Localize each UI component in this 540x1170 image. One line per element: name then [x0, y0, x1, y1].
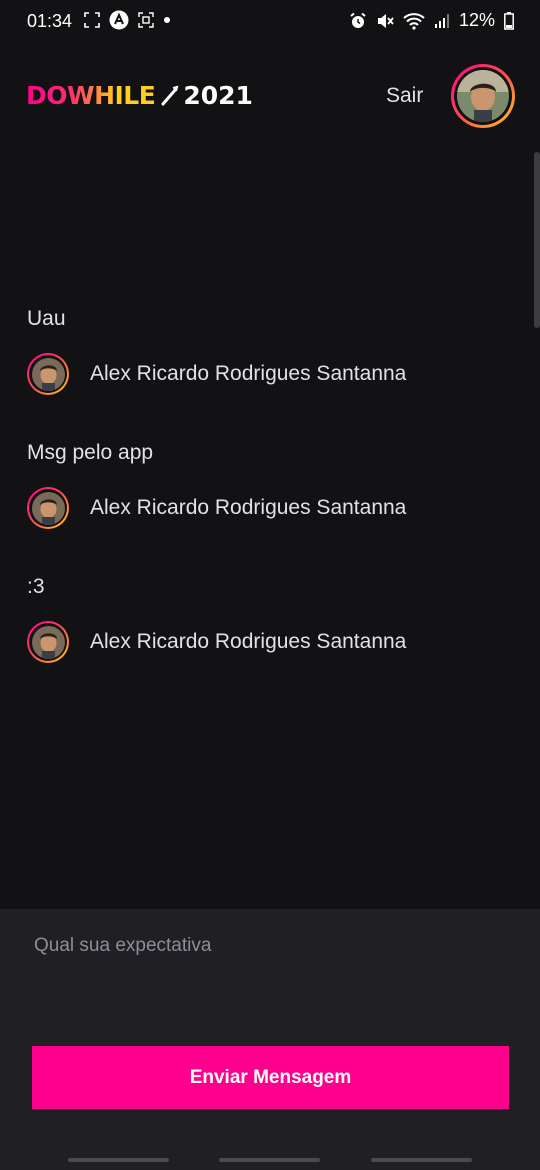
message-text: Msg pelo app: [27, 441, 154, 464]
message-text: :3: [27, 575, 45, 598]
logo-text: DOWHILE: [26, 81, 156, 110]
screen-record-icon: [138, 12, 154, 28]
message-user-name: Alex Ricardo Rodrigues Santanna: [90, 362, 407, 385]
message-input[interactable]: [32, 931, 506, 961]
status-bar: 01:34 12%: [0, 0, 540, 42]
message-text: Uau: [27, 307, 66, 330]
logo: DOWHILE 2021: [26, 80, 253, 112]
message-item: :3 Alex Ricardo Rodrigues Santanna: [27, 573, 507, 663]
scrollbar[interactable]: [534, 152, 540, 328]
avatar-photo: [457, 70, 509, 122]
message-user-avatar: [27, 353, 69, 395]
mute-icon: [377, 13, 394, 28]
alarm-icon: [350, 12, 366, 28]
nav-home-button[interactable]: [219, 1158, 320, 1162]
message-user-name: Alex Ricardo Rodrigues Santanna: [90, 496, 407, 519]
message-user-avatar: [27, 621, 69, 663]
notification-dot-icon: [164, 17, 170, 23]
message-composer: Enviar Mensagem: [0, 909, 540, 1170]
logout-button[interactable]: Sair: [386, 84, 423, 108]
navigation-bar: [0, 1156, 540, 1170]
battery-percentage: 12%: [458, 10, 495, 30]
message-user-name: Alex Ricardo Rodrigues Santanna: [90, 630, 407, 653]
battery-icon: [504, 11, 514, 30]
message-user: Alex Ricardo Rodrigues Santanna: [27, 353, 507, 395]
status-time: 01:34: [27, 11, 73, 31]
signal-icon: [434, 13, 449, 28]
status-right: 12%: [349, 10, 514, 31]
message-user-avatar: [27, 487, 69, 529]
message-user: Alex Ricardo Rodrigues Santanna: [27, 487, 507, 529]
logo-slash-icon: [161, 85, 179, 107]
message-item: Uau Alex Ricardo Rodrigues Santanna: [27, 305, 507, 395]
message-item: Msg pelo app Alex Ricardo Rodrigues Sant…: [27, 439, 507, 529]
message-user: Alex Ricardo Rodrigues Santanna: [27, 621, 507, 663]
app-a-icon: [109, 10, 129, 30]
nav-recents-button[interactable]: [68, 1158, 169, 1162]
screenshot-frame-icon: [84, 12, 100, 28]
nav-back-button[interactable]: [371, 1158, 472, 1162]
header: DOWHILE 2021 Sair: [0, 62, 540, 130]
send-message-button[interactable]: Enviar Mensagem: [32, 1046, 509, 1109]
logo-year: 2021: [183, 81, 253, 110]
wifi-icon: [403, 12, 425, 30]
status-left-icons: [84, 10, 171, 30]
user-avatar[interactable]: [451, 64, 515, 128]
